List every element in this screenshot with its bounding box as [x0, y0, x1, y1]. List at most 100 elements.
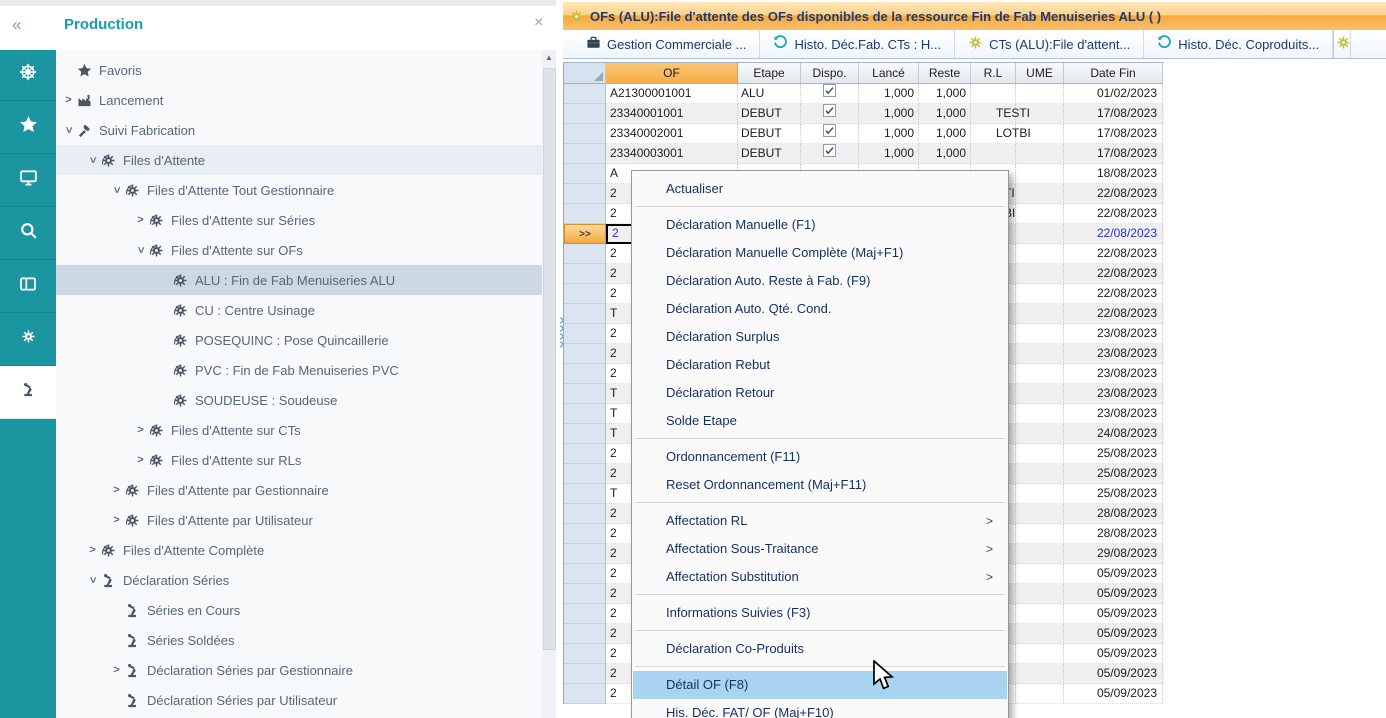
row-selector[interactable]	[564, 284, 606, 304]
row-selector[interactable]	[564, 384, 606, 404]
table-row[interactable]: A21300001001ALU1,0001,00001/02/2023	[564, 84, 1164, 104]
cell-date[interactable]: 05/09/2023	[1064, 644, 1163, 664]
expander-icon[interactable]: >	[108, 664, 125, 676]
menu-item-his-d-c-fat-of-maj-f10[interactable]: His. Déc. FAT/ OF (Maj+F10)	[633, 699, 1007, 718]
sidebar-module-search[interactable]	[0, 207, 56, 260]
row-selector[interactable]	[564, 344, 606, 364]
sidebar-module-star[interactable]	[0, 101, 56, 154]
cell-ume[interactable]	[1016, 584, 1064, 604]
tab-gestion-commerciale[interactable]: Gestion Commerciale ...	[573, 30, 760, 58]
cell-ume[interactable]	[1016, 544, 1064, 564]
cell-dispo[interactable]	[801, 104, 859, 124]
row-selector[interactable]	[564, 484, 606, 504]
checkbox-checked-icon[interactable]	[823, 144, 836, 163]
tab-histo-d-c-coproduits[interactable]: Histo. Déc. Coproduits...	[1144, 30, 1333, 58]
column-header-ume[interactable]: UME	[1016, 63, 1064, 84]
row-selector[interactable]	[564, 104, 606, 124]
cell-date[interactable]: 05/09/2023	[1064, 564, 1163, 584]
checkbox-checked-icon[interactable]	[823, 104, 836, 123]
cell-date[interactable]: 05/09/2023	[1064, 684, 1163, 704]
cell-lance[interactable]: 1,000	[859, 84, 919, 104]
cell-ume[interactable]	[1016, 204, 1064, 224]
menu-item-d-claration-manuelle-compl-te-ma[interactable]: Déclaration Manuelle Complète (Maj+F1)	[633, 239, 1007, 267]
expander-icon[interactable]: >	[132, 214, 149, 226]
row-selector[interactable]	[564, 364, 606, 384]
tab-histo-d-c-fab-cts-h[interactable]: Histo. Déc.Fab. CTs : H...	[760, 30, 955, 58]
cell-date[interactable]: 28/08/2023	[1064, 504, 1163, 524]
cell-etape[interactable]: DEBUT	[738, 104, 801, 124]
row-selector[interactable]	[564, 664, 606, 684]
select-all-corner[interactable]	[564, 63, 606, 84]
menu-item-d-claration-auto-reste-fab-f9[interactable]: Déclaration Auto. Reste à Fab. (F9)	[633, 267, 1007, 295]
cell-ume[interactable]	[1016, 264, 1064, 284]
row-selector[interactable]	[564, 84, 606, 104]
cell-date[interactable]: 22/08/2023	[1064, 244, 1163, 264]
tree-item-soudeuse-soudeuse[interactable]: SOUDEUSE : Soudeuse	[56, 385, 542, 415]
cell-date[interactable]: 22/08/2023	[1064, 224, 1163, 244]
expander-icon[interactable]: >	[87, 152, 99, 169]
column-header-etape[interactable]: Etape	[738, 63, 801, 84]
expander-icon[interactable]: >	[84, 544, 101, 556]
cell-ume[interactable]	[1016, 424, 1064, 444]
cell-date[interactable]: 18/08/2023	[1064, 164, 1163, 184]
row-selector[interactable]	[564, 604, 606, 624]
cell-ume[interactable]	[1016, 324, 1064, 344]
row-selector[interactable]	[564, 444, 606, 464]
row-selector[interactable]	[564, 424, 606, 444]
cell-ume[interactable]	[1016, 384, 1064, 404]
tree-item-files-d-attente-sur-ofs[interactable]: >Files d'Attente sur OFs	[56, 235, 542, 265]
menu-item-d-claration-auto-qt-cond[interactable]: Déclaration Auto. Qté. Cond.	[633, 295, 1007, 323]
menu-item-d-claration-co-produits[interactable]: Déclaration Co-Produits	[633, 635, 1007, 663]
cell-of[interactable]: 23340002001	[606, 124, 738, 144]
tree-item-files-d-attente-sur-s-ries[interactable]: >Files d'Attente sur Séries	[56, 205, 542, 235]
cell-date[interactable]: 22/08/2023	[1064, 304, 1163, 324]
tree-item-cu-centre-usinage[interactable]: CU : Centre Usinage	[56, 295, 542, 325]
cell-reste[interactable]: 1,000	[919, 144, 971, 164]
cell-date[interactable]: 25/08/2023	[1064, 444, 1163, 464]
column-header-of[interactable]: OF	[606, 63, 738, 84]
expander-icon[interactable]: >	[135, 242, 147, 259]
scroll-up-icon[interactable]	[542, 50, 556, 66]
cell-ume[interactable]	[1016, 564, 1064, 584]
scrollbar-thumb[interactable]	[543, 68, 556, 650]
row-selector[interactable]	[564, 544, 606, 564]
table-row[interactable]: 23340001001DEBUT1,0001,000TESTI17/08/202…	[564, 104, 1164, 124]
cell-etape[interactable]: DEBUT	[738, 144, 801, 164]
tree-item-lancement[interactable]: >Lancement	[56, 85, 542, 115]
cell-date[interactable]: 23/08/2023	[1064, 344, 1163, 364]
row-selector[interactable]	[564, 264, 606, 284]
tree-item-files-d-attente-compl-te[interactable]: >Files d'Attente Complète	[56, 535, 542, 565]
cell-date[interactable]: 05/09/2023	[1064, 604, 1163, 624]
cell-date[interactable]: 22/08/2023	[1064, 264, 1163, 284]
cell-date[interactable]: 22/08/2023	[1064, 284, 1163, 304]
cell-ume[interactable]	[1016, 84, 1064, 104]
cell-date[interactable]: 05/09/2023	[1064, 584, 1163, 604]
cell-date[interactable]: 17/08/2023	[1064, 144, 1163, 164]
tree-item-files-d-attente[interactable]: >Files d'Attente	[56, 145, 542, 175]
tree-item-d-claration-s-ries[interactable]: >Déclaration Séries	[56, 565, 542, 595]
column-header-date-fin[interactable]: Date Fin	[1064, 63, 1163, 84]
cell-ume[interactable]	[1016, 344, 1064, 364]
cell-ume[interactable]	[1016, 284, 1064, 304]
expander-icon[interactable]: >	[108, 484, 125, 496]
table-row[interactable]: 23340003001DEBUT1,0001,00017/08/2023	[564, 144, 1164, 164]
row-selector[interactable]	[564, 144, 606, 164]
cell-ume[interactable]	[1016, 164, 1064, 184]
cell-date[interactable]: 05/09/2023	[1064, 664, 1163, 684]
cell-rl[interactable]	[971, 84, 1016, 104]
cell-date[interactable]: 25/08/2023	[1064, 464, 1163, 484]
cell-dispo[interactable]	[801, 144, 859, 164]
cell-ume[interactable]	[1016, 104, 1064, 124]
row-selector[interactable]	[564, 584, 606, 604]
cell-date[interactable]: 17/08/2023	[1064, 104, 1163, 124]
menu-item-d-tail-of-f8[interactable]: Détail OF (F8)	[633, 671, 1007, 699]
column-header-reste[interactable]: Reste	[919, 63, 971, 84]
tree-item-posequinc-pose-quincaillerie[interactable]: POSEQUINC : Pose Quincaillerie	[56, 325, 542, 355]
cell-lance[interactable]: 1,000	[859, 124, 919, 144]
row-selector[interactable]	[564, 124, 606, 144]
row-selector[interactable]	[564, 184, 606, 204]
cell-ume[interactable]	[1016, 144, 1064, 164]
cell-lance[interactable]: 1,000	[859, 104, 919, 124]
cell-date[interactable]: 22/08/2023	[1064, 184, 1163, 204]
cell-of[interactable]: 23340001001	[606, 104, 738, 124]
